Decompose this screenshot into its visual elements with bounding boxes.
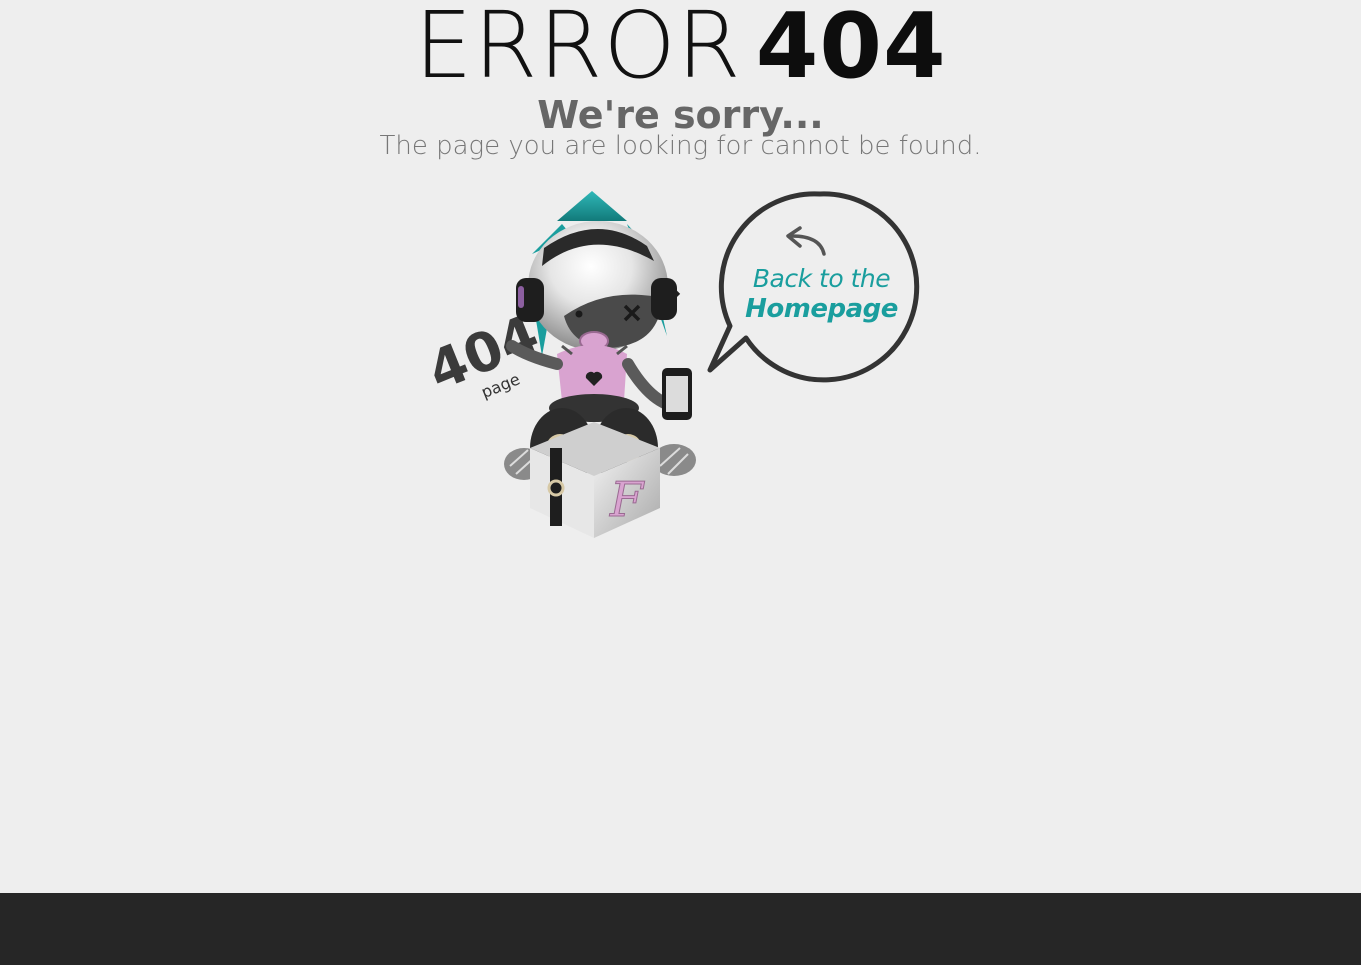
back-to-homepage-link[interactable]: Back to the Homepage xyxy=(700,188,925,388)
error-page: ERROR 404 We're sorry... The page you are… xyxy=(0,0,1361,965)
error-code: 404 xyxy=(755,0,947,99)
error-word: ERROR xyxy=(414,0,742,99)
not-found-message: The page you are looking for cannot be f… xyxy=(379,131,982,161)
mascot-illustration: 404 page F xyxy=(419,186,712,546)
page-title: ERROR 404 xyxy=(0,0,1361,95)
homepage-label[interactable]: Homepage xyxy=(724,294,919,324)
mascot-svg: 404 page F xyxy=(419,191,696,538)
book-letter: F xyxy=(609,472,645,528)
back-to-the-label[interactable]: Back to the xyxy=(724,264,919,293)
footer-bar xyxy=(0,893,1361,965)
